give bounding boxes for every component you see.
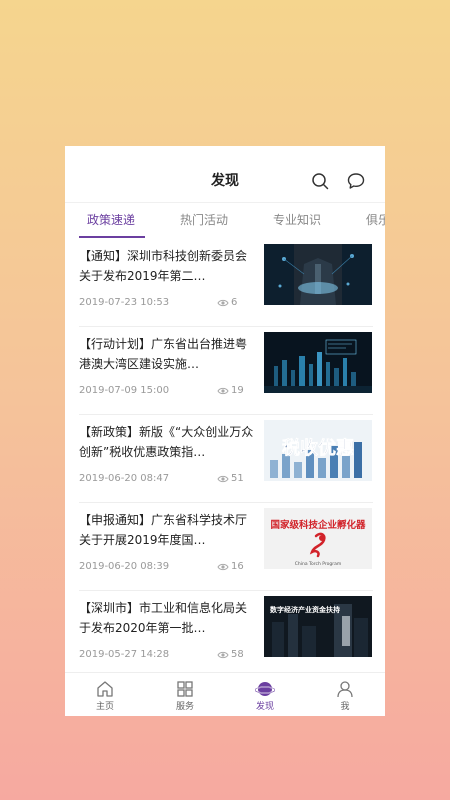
article-date: 2019-05-27 14:28 xyxy=(79,649,170,660)
list-item[interactable]: 【深圳市】市工业和信息化局关于发布2020年第一批… 2019-05-27 14… xyxy=(79,590,373,676)
bottom-nav: 主页 服务 发现 我 xyxy=(65,672,385,716)
nav-home[interactable]: 主页 xyxy=(65,673,145,716)
eye-icon xyxy=(217,651,229,659)
article-date: 2019-06-20 08:39 xyxy=(79,561,170,572)
article-date: 2019-06-20 08:47 xyxy=(79,473,170,484)
article-thumbnail xyxy=(264,244,372,305)
user-icon xyxy=(337,681,353,698)
grid-icon xyxy=(177,681,193,697)
tab-policy[interactable]: 政策速递 xyxy=(87,212,135,228)
nav-label: 主页 xyxy=(95,702,114,712)
article-title: 【行动计划】广东省出台推进粤港澳大湾区建设实施… xyxy=(79,337,248,371)
eye-icon xyxy=(217,475,229,483)
nav-label: 服务 xyxy=(175,702,194,712)
view-count-value: 16 xyxy=(231,561,244,572)
planet-icon xyxy=(255,682,275,696)
eye-icon xyxy=(217,299,229,307)
article-thumbnail: 税收优惠 xyxy=(264,420,372,481)
thumbnail-text: 数字经济产业资金扶持 xyxy=(270,605,340,614)
message-icon[interactable] xyxy=(347,172,365,190)
list-item[interactable]: 【行动计划】广东省出台推进粤港澳大湾区建设实施… 2019-07-09 15:0… xyxy=(79,326,373,415)
article-title: 【申报通知】广东省科学技术厅关于开展2019年度国… xyxy=(79,513,248,547)
view-count-value: 58 xyxy=(231,649,244,660)
article-thumbnail xyxy=(264,332,372,393)
thumbnail-text: 税收优惠 xyxy=(282,437,354,459)
article-date: 2019-07-23 10:53 xyxy=(79,297,170,308)
tab-knowledge[interactable]: 专业知识 xyxy=(273,212,321,228)
nav-label: 发现 xyxy=(255,702,274,712)
article-title: 【深圳市】市工业和信息化局关于发布2020年第一批… xyxy=(79,601,248,635)
view-count-value: 6 xyxy=(231,297,238,308)
tab-events[interactable]: 热门活动 xyxy=(180,212,228,228)
header: 发现 xyxy=(65,146,385,203)
search-icon[interactable] xyxy=(311,172,329,190)
article-thumbnail: 国家级科技企业孵化器 China Torch Program xyxy=(264,508,372,569)
nav-label: 我 xyxy=(340,702,350,712)
nav-services[interactable]: 服务 xyxy=(145,673,225,716)
article-list[interactable]: 【通知】深圳市科技创新委员会关于发布2019年第二… 2019-07-23 10… xyxy=(65,238,385,676)
page-title: 发现 xyxy=(211,173,239,189)
article-title: 【通知】深圳市科技创新委员会关于发布2019年第二… xyxy=(79,249,248,283)
nav-discover[interactable]: 发现 xyxy=(225,673,305,716)
tab-club[interactable]: 俱乐 xyxy=(366,212,385,228)
category-tabs: 政策速递 热门活动 专业知识 俱乐 xyxy=(65,202,385,238)
list-item[interactable]: 【通知】深圳市科技创新委员会关于发布2019年第二… 2019-07-23 10… xyxy=(79,238,373,327)
list-item[interactable]: 【申报通知】广东省科学技术厅关于开展2019年度国… 2019-06-20 08… xyxy=(79,502,373,591)
nav-me[interactable]: 我 xyxy=(305,673,385,716)
eye-icon xyxy=(217,563,229,571)
thumbnail-text: 国家级科技企业孵化器 xyxy=(270,519,366,531)
home-icon xyxy=(97,681,113,697)
article-date: 2019-07-09 15:00 xyxy=(79,385,170,396)
article-title: 【新政策】新版《“大众创业万众创新”税收优惠政策指… xyxy=(79,425,254,459)
article-thumbnail: 数字经济产业资金扶持 xyxy=(264,596,372,657)
view-count-value: 19 xyxy=(231,385,244,396)
list-item[interactable]: 【新政策】新版《“大众创业万众创新”税收优惠政策指… 2019-06-20 08… xyxy=(79,414,373,503)
app-screen: 发现 政策速递 热门活动 专业知识 俱乐 【通知】深圳市科技创新委员会关于发布2… xyxy=(65,146,385,716)
eye-icon xyxy=(217,387,229,395)
view-count-value: 51 xyxy=(231,473,244,484)
thumbnail-subtext: China Torch Program xyxy=(295,561,342,567)
